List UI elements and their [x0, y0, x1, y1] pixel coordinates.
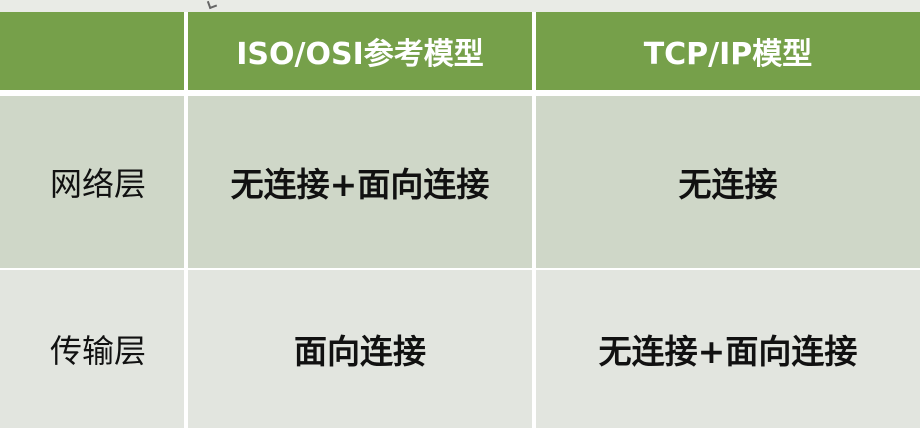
cell-transport-iso-osi: 面向连接 — [188, 270, 532, 428]
cell-transport-tcp-ip: 无连接+面向连接 — [536, 270, 920, 428]
row-label-network-layer: 网络层 — [0, 96, 184, 268]
header-cell-iso-osi: ISO/OSI参考模型 — [188, 12, 532, 90]
cell-network-iso-osi: 无连接+面向连接 — [188, 96, 532, 268]
comparison-table: ISO/OSI参考模型 TCP/IP模型 网络层 无连接+面向连接 无连接 传输… — [0, 12, 920, 428]
header-cell-tcp-ip: TCP/IP模型 — [536, 12, 920, 90]
cell-network-tcp-ip: 无连接 — [536, 96, 920, 268]
header-cell-empty — [0, 12, 184, 90]
mouse-cursor-icon — [206, 0, 218, 10]
row-label-transport-layer: 传输层 — [0, 270, 184, 428]
